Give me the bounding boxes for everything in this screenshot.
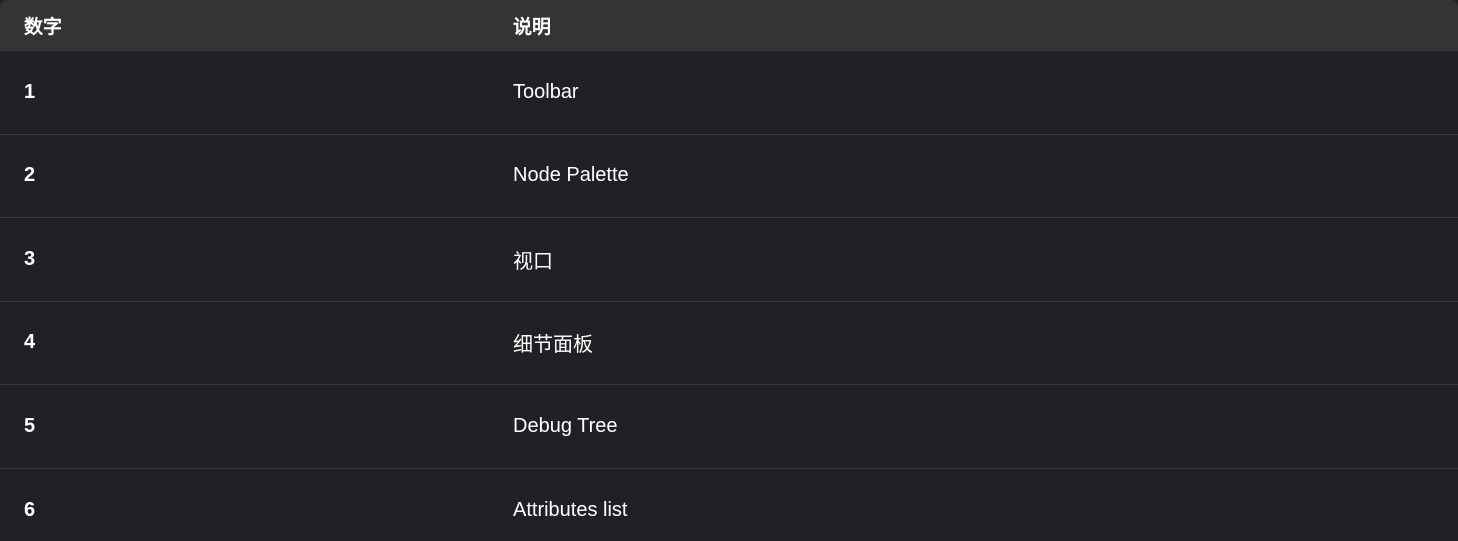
row-description: Toolbar (513, 80, 579, 103)
row-number: 3 (24, 247, 36, 270)
table-row: 3 视口 (0, 218, 1458, 302)
table-row: 5 Debug Tree (0, 385, 1458, 469)
row-number: 1 (24, 80, 36, 103)
row-description: Debug Tree (513, 414, 618, 437)
header-description: 说明 (513, 17, 552, 38)
table-header: 数字 说明 (0, 0, 1458, 51)
row-description: Node Palette (513, 164, 629, 187)
row-number: 6 (24, 498, 36, 521)
table-row: 1 Toolbar (0, 51, 1458, 135)
table-row: 4 细节面板 (0, 302, 1458, 385)
table-row: 6 Attributes list (0, 469, 1458, 541)
row-description: Attributes list (513, 498, 628, 521)
row-number: 5 (24, 414, 36, 437)
row-description: 视口 (513, 250, 553, 273)
row-number: 4 (24, 331, 36, 354)
header-number: 数字 (24, 17, 63, 38)
table-row: 2 Node Palette (0, 135, 1458, 218)
row-description: 细节面板 (513, 334, 593, 357)
legend-table: 数字 说明 1 Toolbar 2 Node Palette 3 视口 4 细节… (0, 0, 1458, 541)
row-number: 2 (24, 164, 36, 187)
